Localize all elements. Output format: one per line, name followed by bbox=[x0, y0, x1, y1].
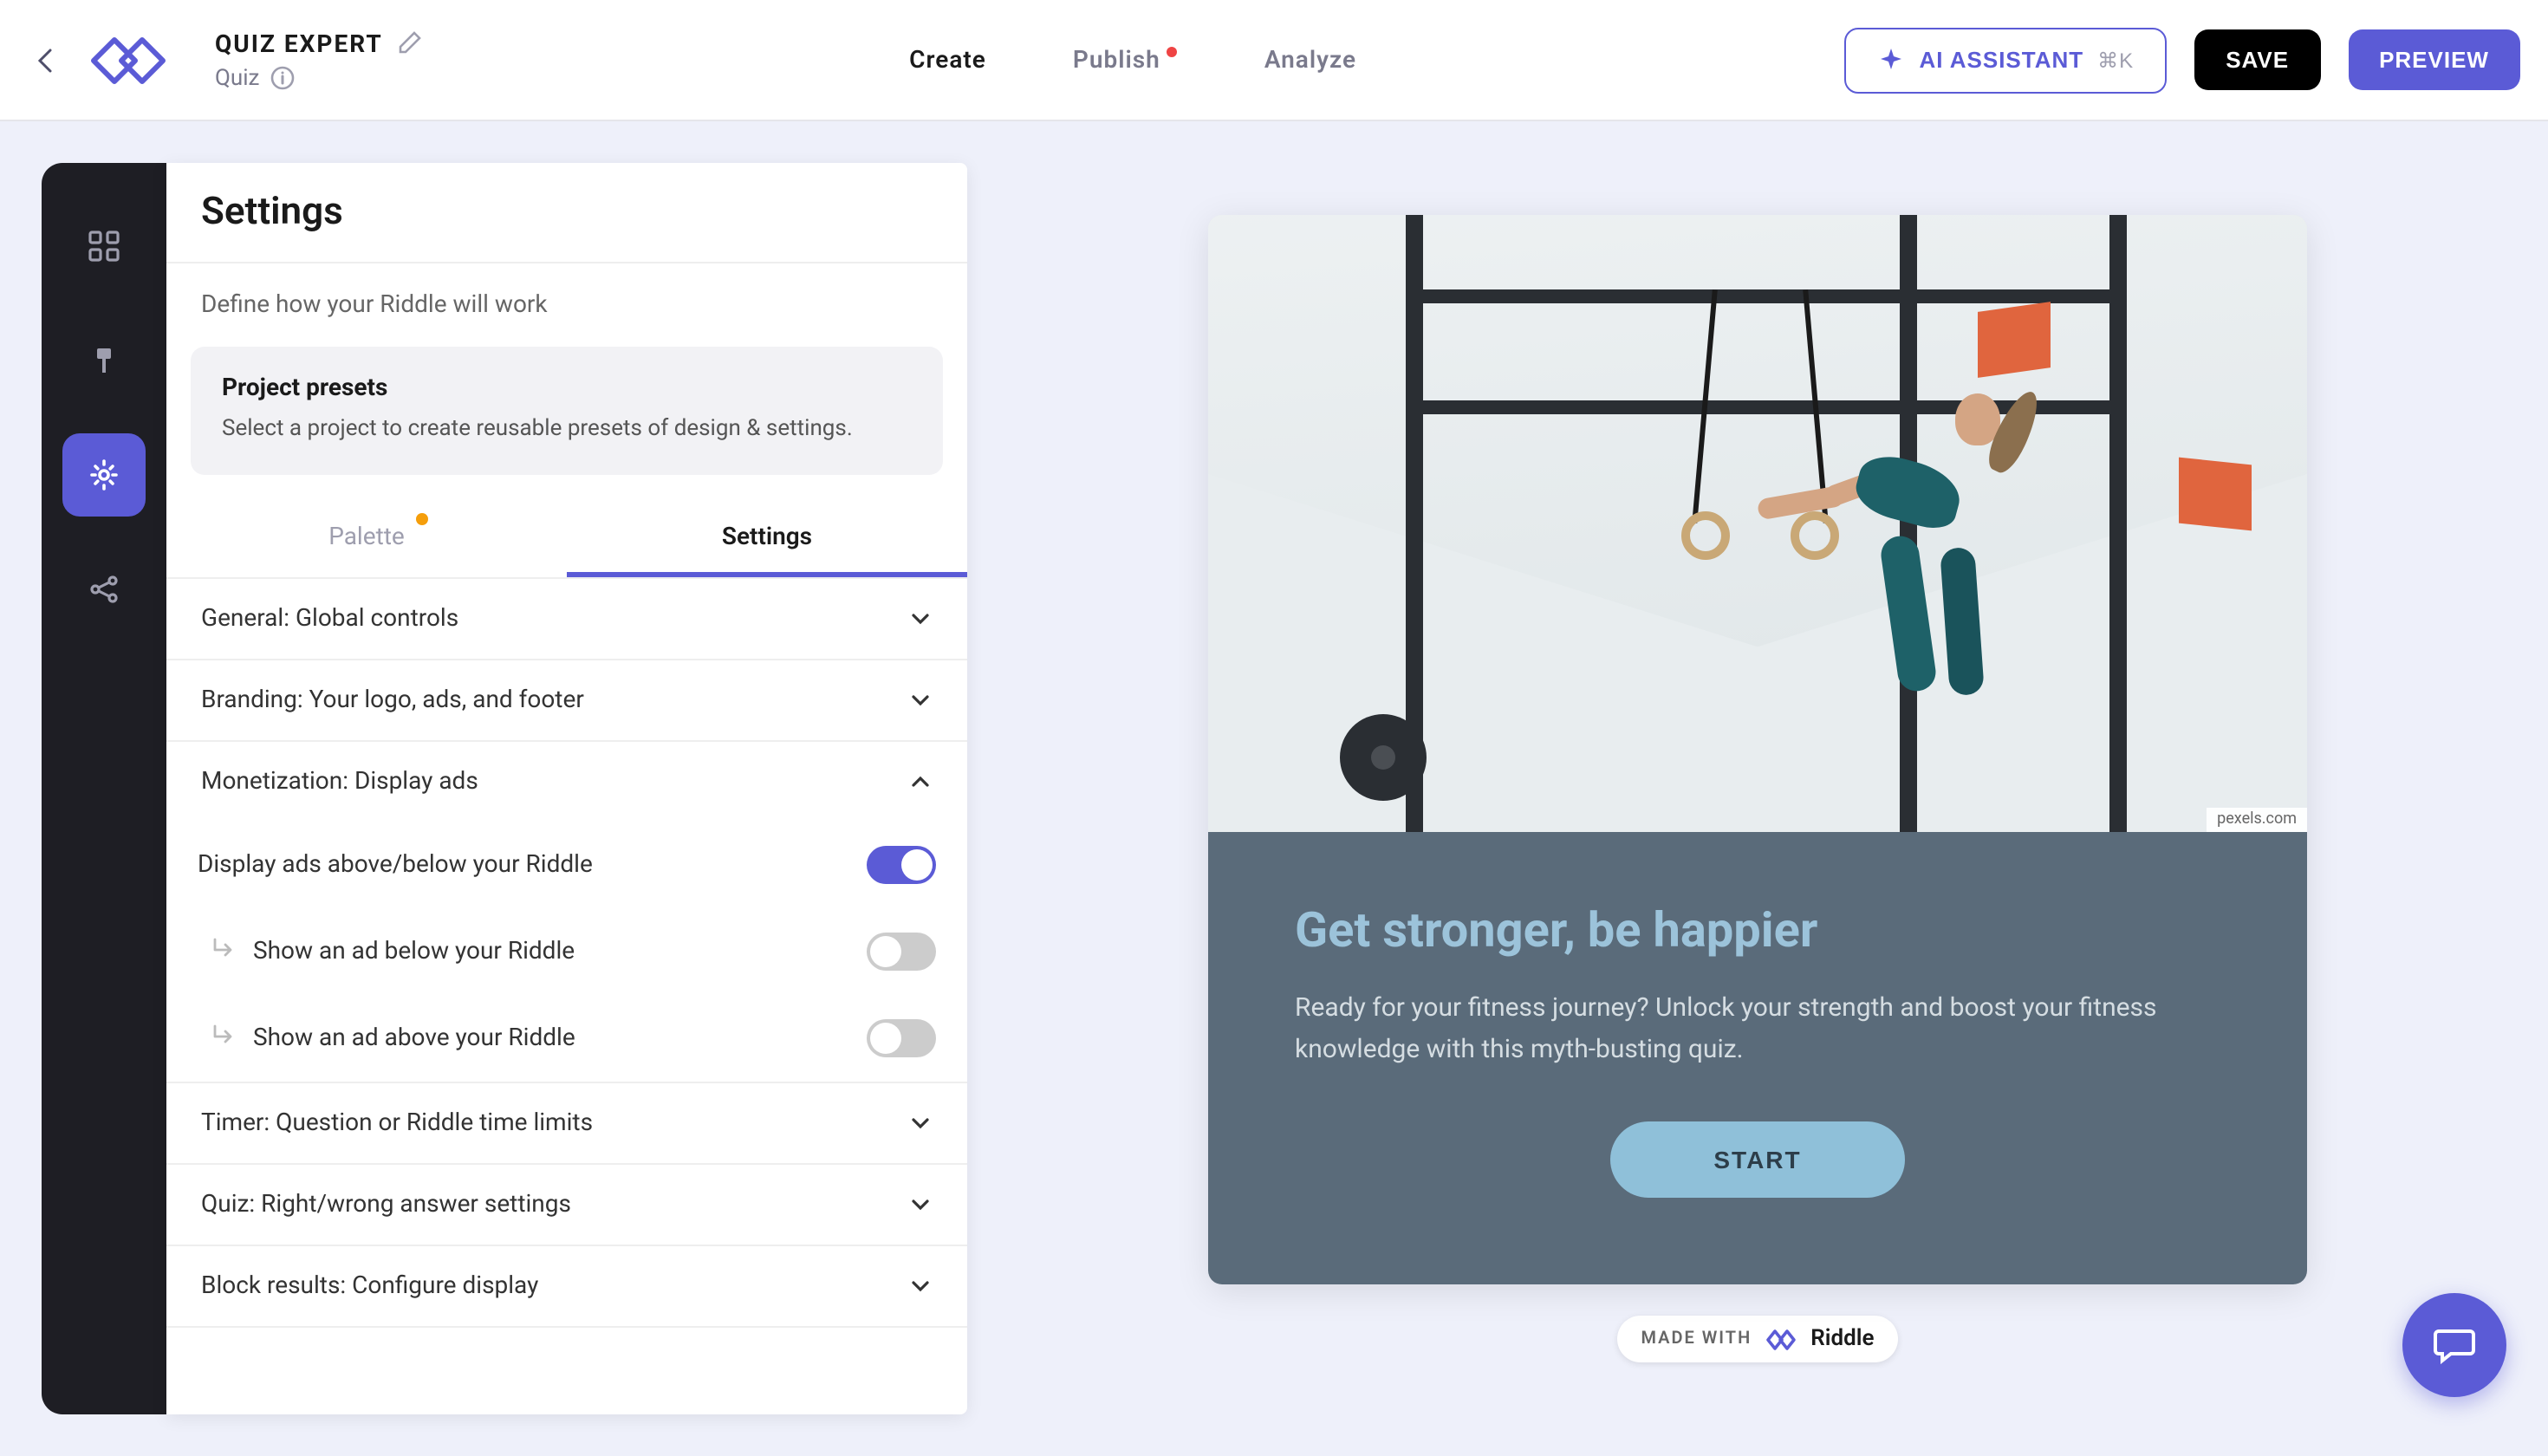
indent-arrow-icon bbox=[211, 1022, 236, 1053]
nav-create[interactable]: Create bbox=[909, 46, 986, 74]
section-branding[interactable]: Branding: Your logo, ads, and footer bbox=[166, 660, 967, 739]
preview-area: pexels.com Get stronger, be happier Read… bbox=[967, 163, 2548, 1414]
preview-hero-image: pexels.com bbox=[1208, 215, 2307, 832]
chevron-down-icon bbox=[908, 606, 933, 630]
quiz-type-label: Quiz bbox=[215, 65, 259, 91]
nav-publish[interactable]: Publish bbox=[1073, 46, 1178, 74]
ai-assistant-button[interactable]: AI ASSISTANT ⌘K bbox=[1844, 27, 2167, 93]
sidebar-rail bbox=[42, 163, 166, 1414]
chevron-up-icon bbox=[908, 769, 933, 793]
quiz-preview-desc: Ready for your fitness journey? Unlock y… bbox=[1295, 986, 2220, 1069]
quiz-preview-title: Get stronger, be happier bbox=[1295, 901, 2220, 959]
info-icon[interactable] bbox=[270, 66, 294, 90]
start-quiz-button[interactable]: START bbox=[1609, 1121, 1905, 1198]
settings-accordion: General: Global controls Branding: Your … bbox=[166, 578, 967, 1327]
edit-title-icon[interactable] bbox=[397, 29, 421, 62]
palette-warning-dot bbox=[415, 512, 427, 524]
image-credit[interactable]: pexels.com bbox=[2207, 808, 2307, 832]
rail-share-icon[interactable] bbox=[62, 548, 146, 631]
setting-ad-below-label: Show an ad below your Riddle bbox=[253, 937, 849, 965]
preset-desc: Select a project to create reusable pres… bbox=[222, 413, 912, 446]
save-button[interactable]: SAVE bbox=[2194, 29, 2320, 90]
rail-settings-icon[interactable] bbox=[62, 433, 146, 517]
chat-support-button[interactable] bbox=[2402, 1293, 2506, 1397]
chevron-down-icon bbox=[908, 1110, 933, 1134]
setting-display-ads-label: Display ads above/below your Riddle bbox=[198, 850, 593, 878]
ai-shortcut-label: ⌘K bbox=[2097, 48, 2134, 72]
quiz-title: QUIZ EXPERT bbox=[215, 31, 383, 59]
quiz-preview-card: pexels.com Get stronger, be happier Read… bbox=[1208, 215, 2307, 1284]
riddle-logo-icon[interactable] bbox=[90, 25, 187, 94]
app-header: QUIZ EXPERT Quiz Create Publish Analyze … bbox=[0, 0, 2548, 121]
section-quiz[interactable]: Quiz: Right/wrong answer settings bbox=[166, 1164, 967, 1244]
section-monetization[interactable]: Monetization: Display ads bbox=[166, 741, 967, 821]
chevron-down-icon bbox=[908, 687, 933, 712]
setting-ad-above-label: Show an ad above your Riddle bbox=[253, 1024, 849, 1051]
section-block-results[interactable]: Block results: Configure display bbox=[166, 1245, 967, 1325]
chevron-down-icon bbox=[908, 1273, 933, 1297]
nav-analyze[interactable]: Analyze bbox=[1264, 46, 1356, 74]
chevron-down-icon bbox=[908, 1192, 933, 1216]
toggle-ad-below[interactable] bbox=[867, 932, 936, 970]
toggle-ad-above[interactable] bbox=[867, 1018, 936, 1056]
section-timer[interactable]: Timer: Question or Riddle time limits bbox=[166, 1082, 967, 1162]
settings-panel: Settings Define how your Riddle will wor… bbox=[166, 163, 967, 1414]
riddle-small-logo-icon bbox=[1765, 1327, 1797, 1351]
toggle-display-ads[interactable] bbox=[867, 845, 936, 883]
sparkle-icon bbox=[1877, 46, 1905, 74]
panel-subtitle: Define how your Riddle will work bbox=[166, 262, 967, 347]
publish-unsaved-dot bbox=[1167, 47, 1178, 57]
preset-title: Project presets bbox=[222, 374, 912, 402]
back-button[interactable] bbox=[28, 42, 62, 77]
section-general[interactable]: General: Global controls bbox=[166, 578, 967, 658]
preview-button[interactable]: PREVIEW bbox=[2348, 29, 2520, 90]
tab-settings[interactable]: Settings bbox=[567, 502, 967, 576]
rail-blocks-icon[interactable] bbox=[62, 205, 146, 288]
panel-title: Settings bbox=[201, 191, 933, 234]
indent-arrow-icon bbox=[211, 935, 236, 966]
tab-palette[interactable]: Palette bbox=[166, 502, 567, 576]
project-presets-card: Project presets Select a project to crea… bbox=[191, 347, 943, 474]
rail-design-icon[interactable] bbox=[62, 319, 146, 402]
made-with-badge[interactable]: MADE WITH Riddle bbox=[1616, 1316, 1898, 1362]
